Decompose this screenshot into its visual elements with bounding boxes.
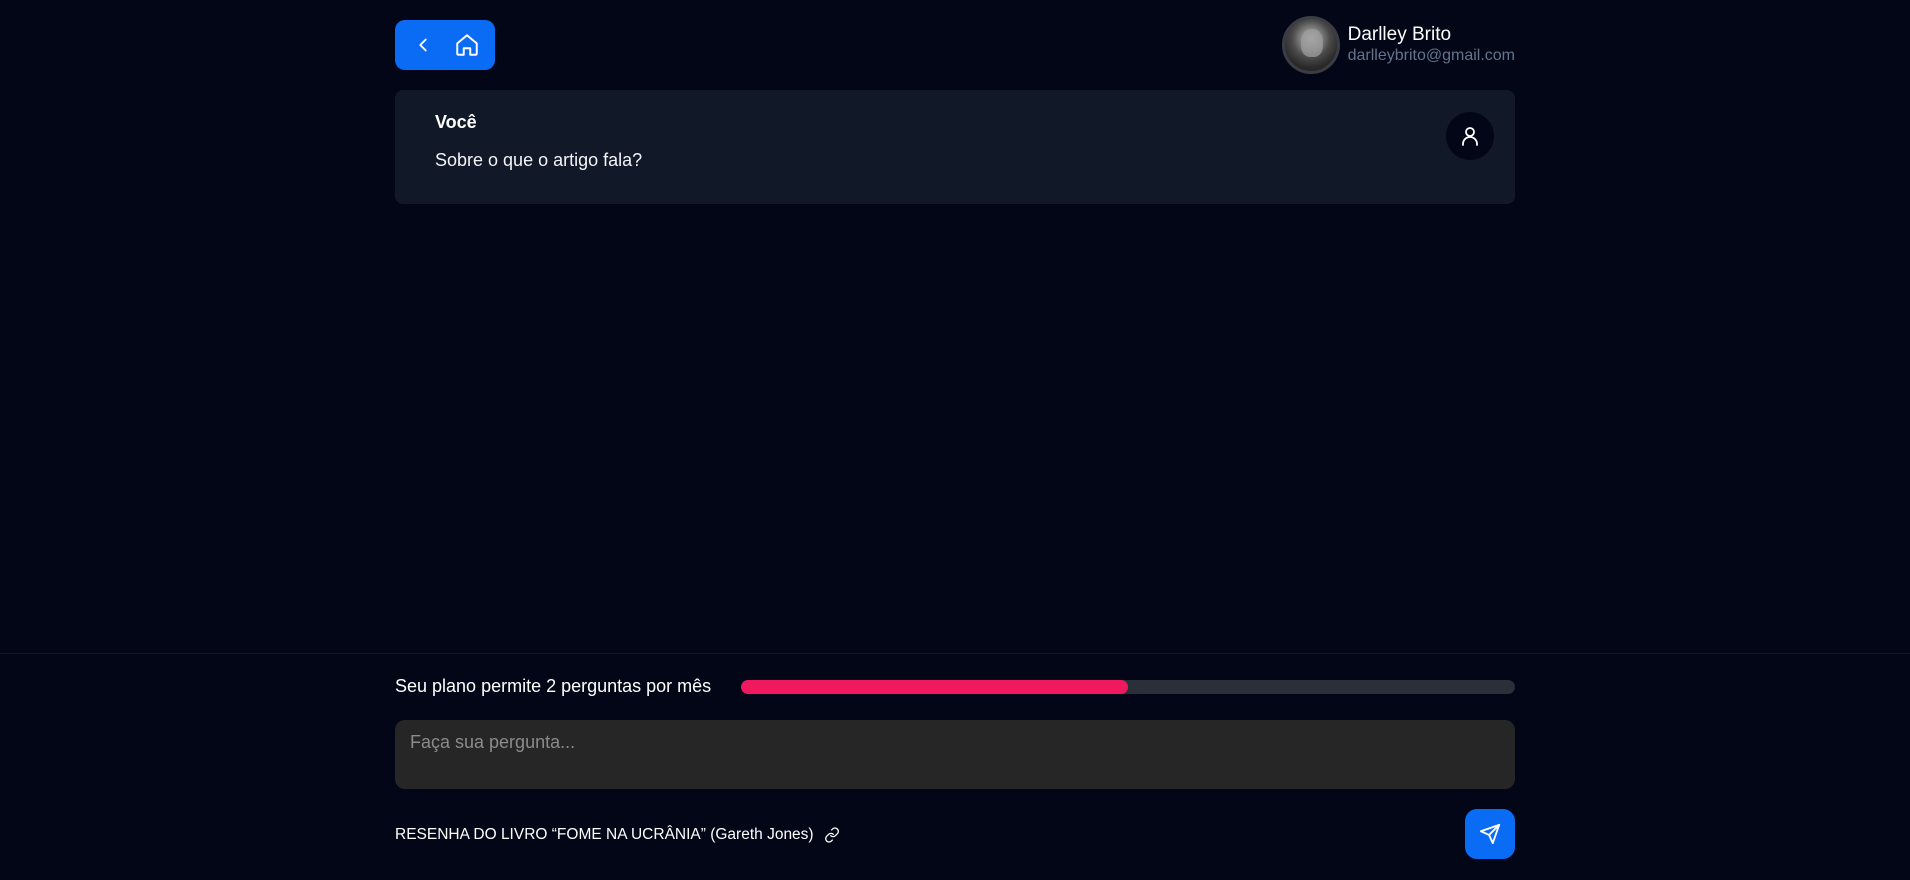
nav-button-group — [395, 20, 495, 70]
back-button[interactable] — [403, 25, 443, 65]
message-text: Sobre o que o artigo fala? — [435, 150, 643, 170]
user-icon — [1462, 127, 1478, 146]
message-avatar — [1446, 112, 1494, 160]
home-icon — [456, 34, 478, 56]
chevron-left-icon — [419, 38, 427, 52]
plan-limit-text: Seu plano permite 2 perguntas por mês — [395, 676, 712, 696]
divider — [0, 653, 1910, 654]
question-input[interactable] — [395, 720, 1515, 789]
source-article-link[interactable]: RESENHA DO LIVRO “FOME NA UCRÂNIA” (Gare… — [395, 825, 840, 845]
chat-message: Você Sobre o que o artigo fala? — [395, 90, 1515, 204]
user-profile[interactable]: Darlley Brito darlleybrito@gmail.com — [1281, 15, 1515, 75]
top-bar: Darlley Brito darlleybrito@gmail.com — [395, 16, 1515, 74]
usage-progress-fill — [741, 680, 1128, 694]
link-icon — [824, 827, 839, 843]
usage-progress-bar — [741, 680, 1515, 694]
message-author: Você — [435, 112, 477, 132]
source-title: RESENHA DO LIVRO “FOME NA UCRÂNIA” (Gare… — [395, 826, 814, 843]
user-email: darlleybrito@gmail.com — [1347, 47, 1515, 64]
send-button[interactable] — [1465, 809, 1515, 859]
user-name: Darlley Brito — [1347, 24, 1452, 45]
home-button[interactable] — [447, 25, 487, 65]
avatar — [1281, 16, 1340, 74]
send-icon — [1479, 823, 1501, 845]
